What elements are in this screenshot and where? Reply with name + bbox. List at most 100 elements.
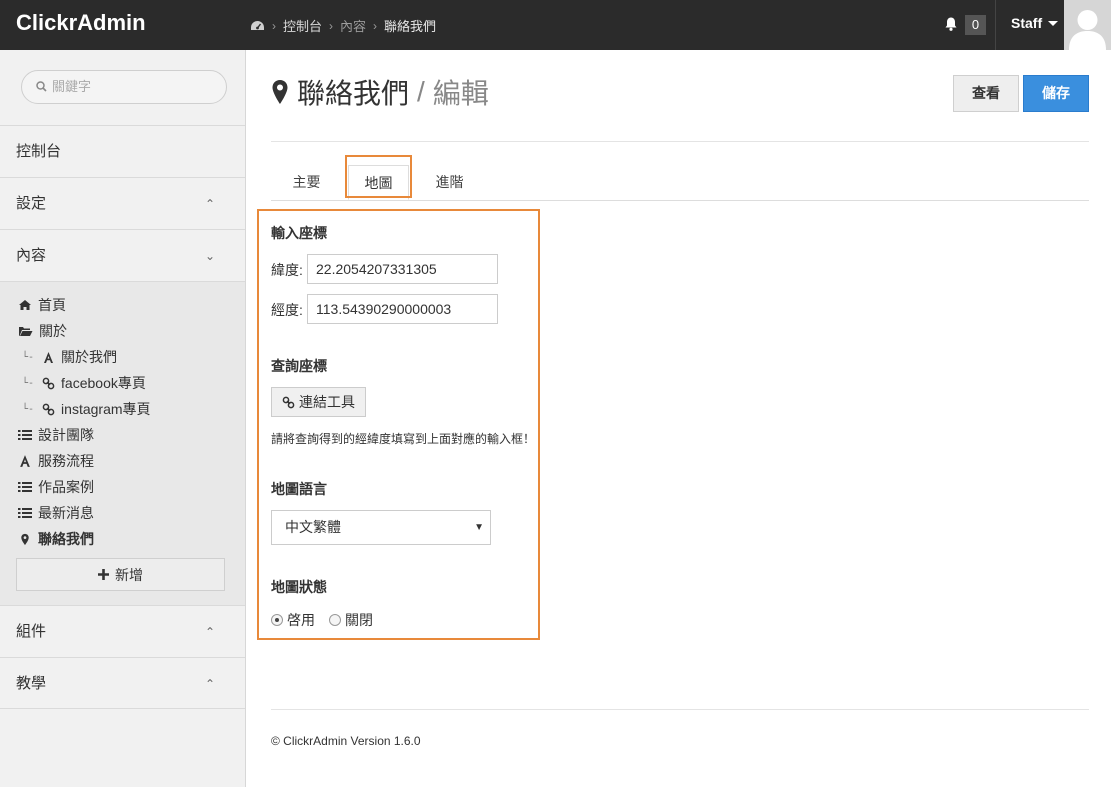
sidebar-item-facebook[interactable]: └- facebook專頁 (22, 373, 146, 393)
user-label: Staff (1011, 15, 1043, 31)
select-arrow-icon: ▼ (474, 522, 484, 533)
sidebar-item-content[interactable]: 內容 ⌄ (0, 229, 245, 281)
tab-advanced[interactable]: 進階 (419, 165, 480, 200)
content-subnav: 首頁 關於 └- 關於我們 └- facebook專頁 └- instagram… (0, 281, 245, 605)
sidebar-item-about[interactable]: 關於 (18, 321, 67, 341)
caret-down-icon (1048, 20, 1059, 26)
lookup-heading: 查詢座標 (271, 358, 327, 374)
status-enabled-label: 啓用 (287, 612, 315, 628)
top-bar: ClickrAdmin › 控制台 › 內容 › 聯絡我們 0 Staff (0, 0, 1111, 50)
map-language-value: 中文繁體 (285, 519, 341, 535)
map-status-heading: 地圖狀態 (271, 579, 327, 595)
longitude-label: 經度: (271, 302, 303, 318)
sidebar-item-label: 控制台 (16, 143, 62, 160)
divider (995, 0, 996, 50)
sidebar-item-home[interactable]: 首頁 (18, 295, 66, 315)
dashboard-icon[interactable] (250, 20, 265, 32)
notification-count-badge[interactable]: 0 (965, 15, 986, 35)
sidebar-item-label: 設定 (16, 195, 47, 212)
breadcrumb: › 控制台 › 內容 › 聯絡我們 (250, 16, 436, 35)
sidebar-item-label: 內容 (16, 247, 47, 264)
sidebar-item-label: 聯絡我們 (38, 531, 94, 547)
sidebar-item-components[interactable]: 組件 ⌃ (0, 605, 245, 657)
bell-icon[interactable] (944, 16, 958, 32)
link-icon (42, 403, 55, 415)
sidebar-item-contact-us[interactable]: 聯絡我們 (18, 529, 94, 549)
status-disabled-radio[interactable]: 關閉 (329, 610, 373, 630)
map-marker-icon (272, 80, 288, 104)
save-button[interactable]: 儲存 (1023, 75, 1089, 112)
add-item-button[interactable]: 新增 (16, 558, 225, 591)
page-title-separator: / (417, 76, 425, 107)
sidebar-item-tutorial[interactable]: 教學 ⌃ (0, 657, 245, 709)
list-icon (18, 508, 32, 518)
sidebar-item-label: facebook專頁 (61, 375, 146, 391)
breadcrumb-dashboard[interactable]: 控制台 (283, 16, 322, 35)
font-icon (44, 351, 54, 363)
map-language-select[interactable]: 中文繁體 ▼ (271, 510, 491, 545)
sidebar-item-settings[interactable]: 設定 ⌃ (0, 177, 245, 229)
coords-hint: 請將查詢得到的經緯度填寫到上面對應的輸入框！ (271, 432, 536, 446)
view-button[interactable]: 查看 (953, 75, 1019, 112)
link-tool-button[interactable]: 連結工具 (271, 387, 366, 417)
chevron-up-icon: ⌃ (204, 677, 215, 691)
sidebar-item-label: 關於我們 (61, 349, 118, 365)
link-icon (42, 377, 55, 389)
page-subtitle: 編輯 (432, 78, 489, 109)
longitude-input[interactable]: 113.54390290000003 (307, 294, 498, 324)
sidebar-item-portfolio[interactable]: 作品案例 (18, 477, 94, 497)
latitude-input[interactable]: 22.2054207331305 (307, 254, 498, 284)
tab-main[interactable]: 主要 (276, 165, 337, 200)
breadcrumb-content[interactable]: 內容 (340, 16, 366, 35)
sidebar-item-label: 最新消息 (38, 505, 94, 521)
user-menu[interactable]: Staff (1011, 15, 1059, 31)
search-input[interactable]: 關鍵字 (21, 70, 227, 104)
sidebar-item-news[interactable]: 最新消息 (18, 503, 94, 523)
chevron-right-icon: › (373, 18, 378, 33)
sidebar-item-design-team[interactable]: 設計團隊 (18, 425, 94, 445)
add-item-label: 新增 (115, 566, 143, 583)
tree-connector: └- (22, 403, 35, 415)
divider (271, 141, 1089, 142)
page-title-text: 聯絡我們 (297, 78, 410, 109)
highlight-frame-tab (345, 155, 412, 198)
sidebar-item-label: 關於 (39, 323, 67, 339)
chevron-right-icon: › (272, 18, 276, 33)
coords-heading: 輸入座標 (271, 225, 327, 241)
plus-icon (98, 569, 109, 580)
sidebar-item-label: 教學 (16, 675, 47, 692)
link-icon (282, 396, 295, 408)
home-icon (19, 300, 31, 310)
avatar[interactable] (1064, 0, 1111, 50)
breadcrumb-current: 聯絡我們 (384, 19, 437, 34)
sidebar-item-label: 首頁 (38, 297, 66, 313)
chevron-down-icon: ⌄ (204, 249, 215, 263)
latitude-label: 緯度: (271, 262, 303, 278)
chevron-up-icon: ⌃ (204, 625, 215, 639)
chevron-up-icon: ⌃ (204, 197, 215, 211)
list-icon (18, 430, 32, 440)
sidebar-item-label: 設計團隊 (38, 427, 94, 443)
map-language-heading: 地圖語言 (271, 481, 327, 497)
sidebar-item-label: 服務流程 (38, 453, 94, 469)
map-marker-icon (21, 533, 29, 545)
user-silhouette-icon (1069, 10, 1106, 50)
sidebar: 關鍵字 控制台 設定 ⌃ 內容 ⌄ 首頁 關於 └- 關於我們 └- faceb… (0, 50, 246, 787)
tree-connector: └- (22, 377, 35, 389)
footer-version: © ClickrAdmin Version 1.6.0 (271, 734, 421, 748)
sidebar-item-dashboard[interactable]: 控制台 (0, 125, 245, 177)
list-icon (18, 482, 32, 492)
folder-open-icon (19, 327, 33, 336)
sidebar-item-label: 作品案例 (38, 479, 94, 495)
page-title: 聯絡我們 / 編輯 (271, 72, 489, 112)
sidebar-item-label: instagram專頁 (61, 401, 151, 417)
chevron-right-icon: › (329, 18, 334, 33)
sidebar-item-label: 組件 (16, 623, 47, 640)
status-enabled-radio[interactable]: 啓用 (271, 610, 315, 630)
status-disabled-label: 關閉 (345, 612, 373, 628)
sidebar-item-instagram[interactable]: └- instagram專頁 (22, 399, 151, 419)
brand-logo[interactable]: ClickrAdmin (16, 10, 146, 36)
sidebar-item-service-flow[interactable]: 服務流程 (18, 451, 94, 471)
sidebar-item-about-us[interactable]: └- 關於我們 (22, 347, 117, 367)
radio-unchecked-icon (329, 614, 341, 626)
